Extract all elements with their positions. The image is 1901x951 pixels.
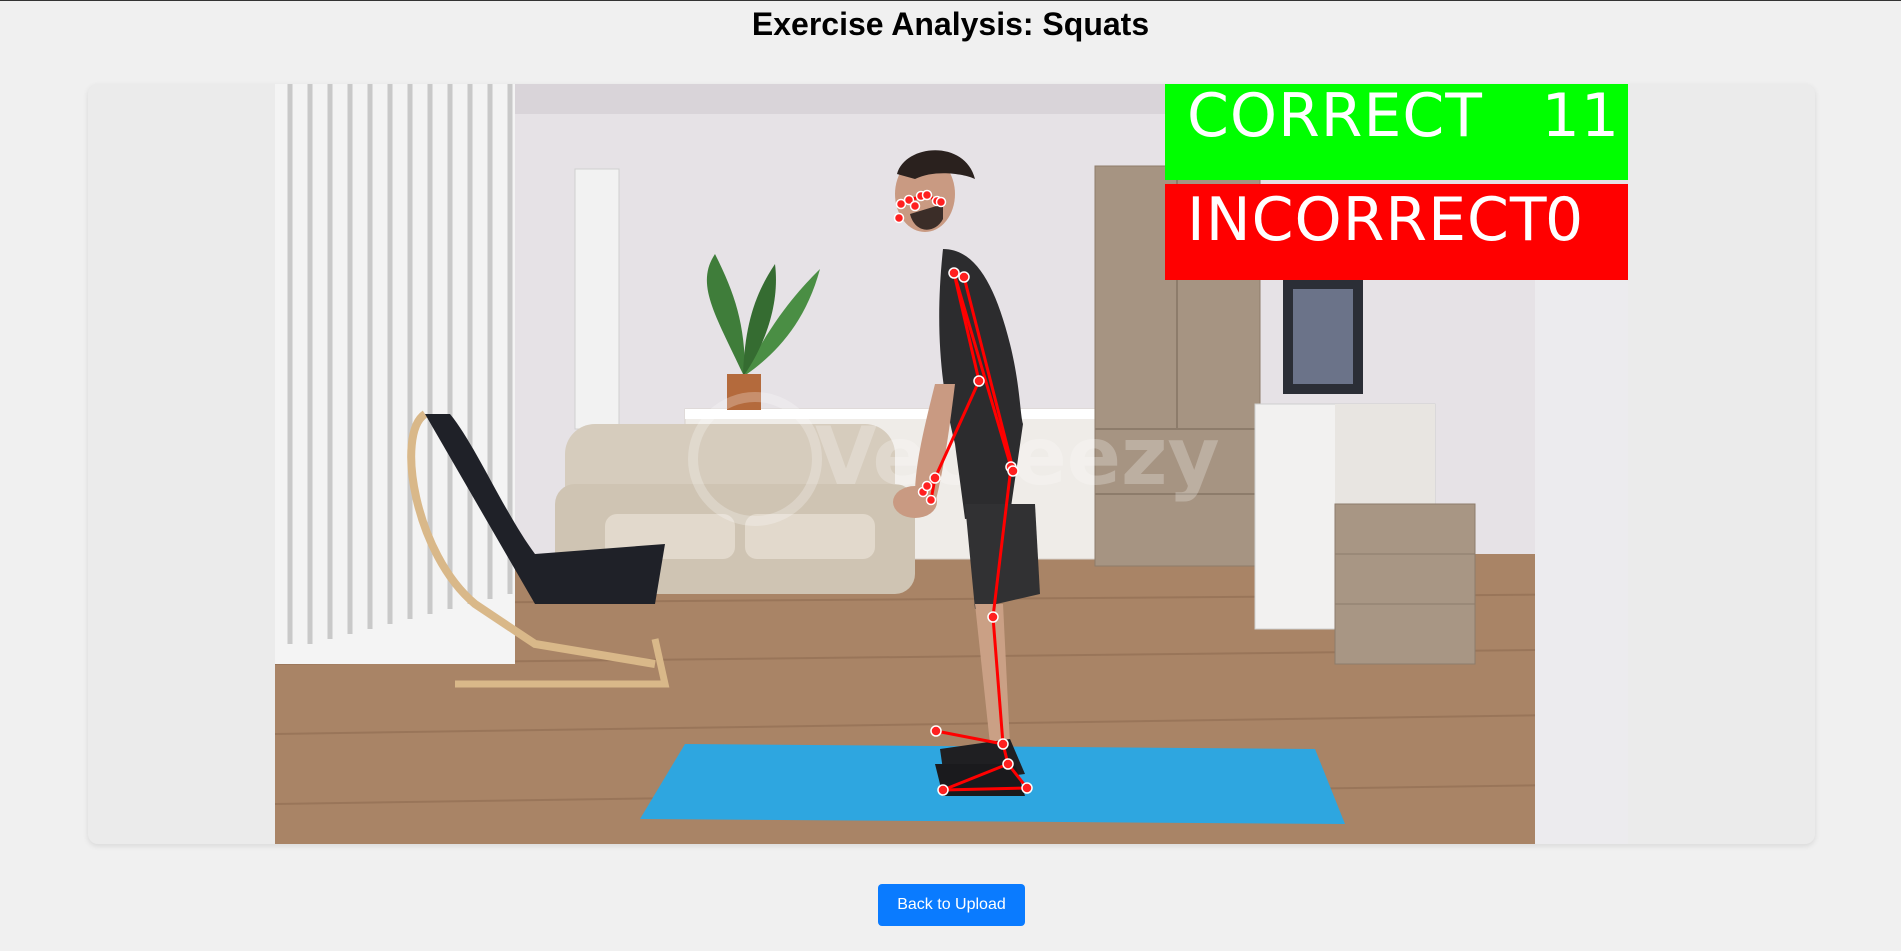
rep-counter-overlay: CORRECT 11 INCORRECT 0 <box>1165 84 1628 280</box>
correct-counter: CORRECT 11 <box>1165 84 1628 180</box>
correct-count: 11 <box>1541 81 1620 151</box>
tv <box>1283 279 1363 394</box>
incorrect-counter: INCORRECT 0 <box>1165 184 1628 280</box>
correct-label: CORRECT <box>1187 81 1483 151</box>
window-blinds <box>275 84 515 664</box>
radiator <box>574 168 620 430</box>
top-border <box>0 0 1901 1</box>
incorrect-label: INCORRECT <box>1187 185 1548 255</box>
page-title: Exercise Analysis: Squats <box>751 6 1150 42</box>
door-frame <box>1535 264 1628 844</box>
back-to-upload-button[interactable]: Back to Upload <box>878 884 1025 926</box>
side-drawers <box>1334 503 1476 665</box>
incorrect-count: 0 <box>1545 185 1585 255</box>
